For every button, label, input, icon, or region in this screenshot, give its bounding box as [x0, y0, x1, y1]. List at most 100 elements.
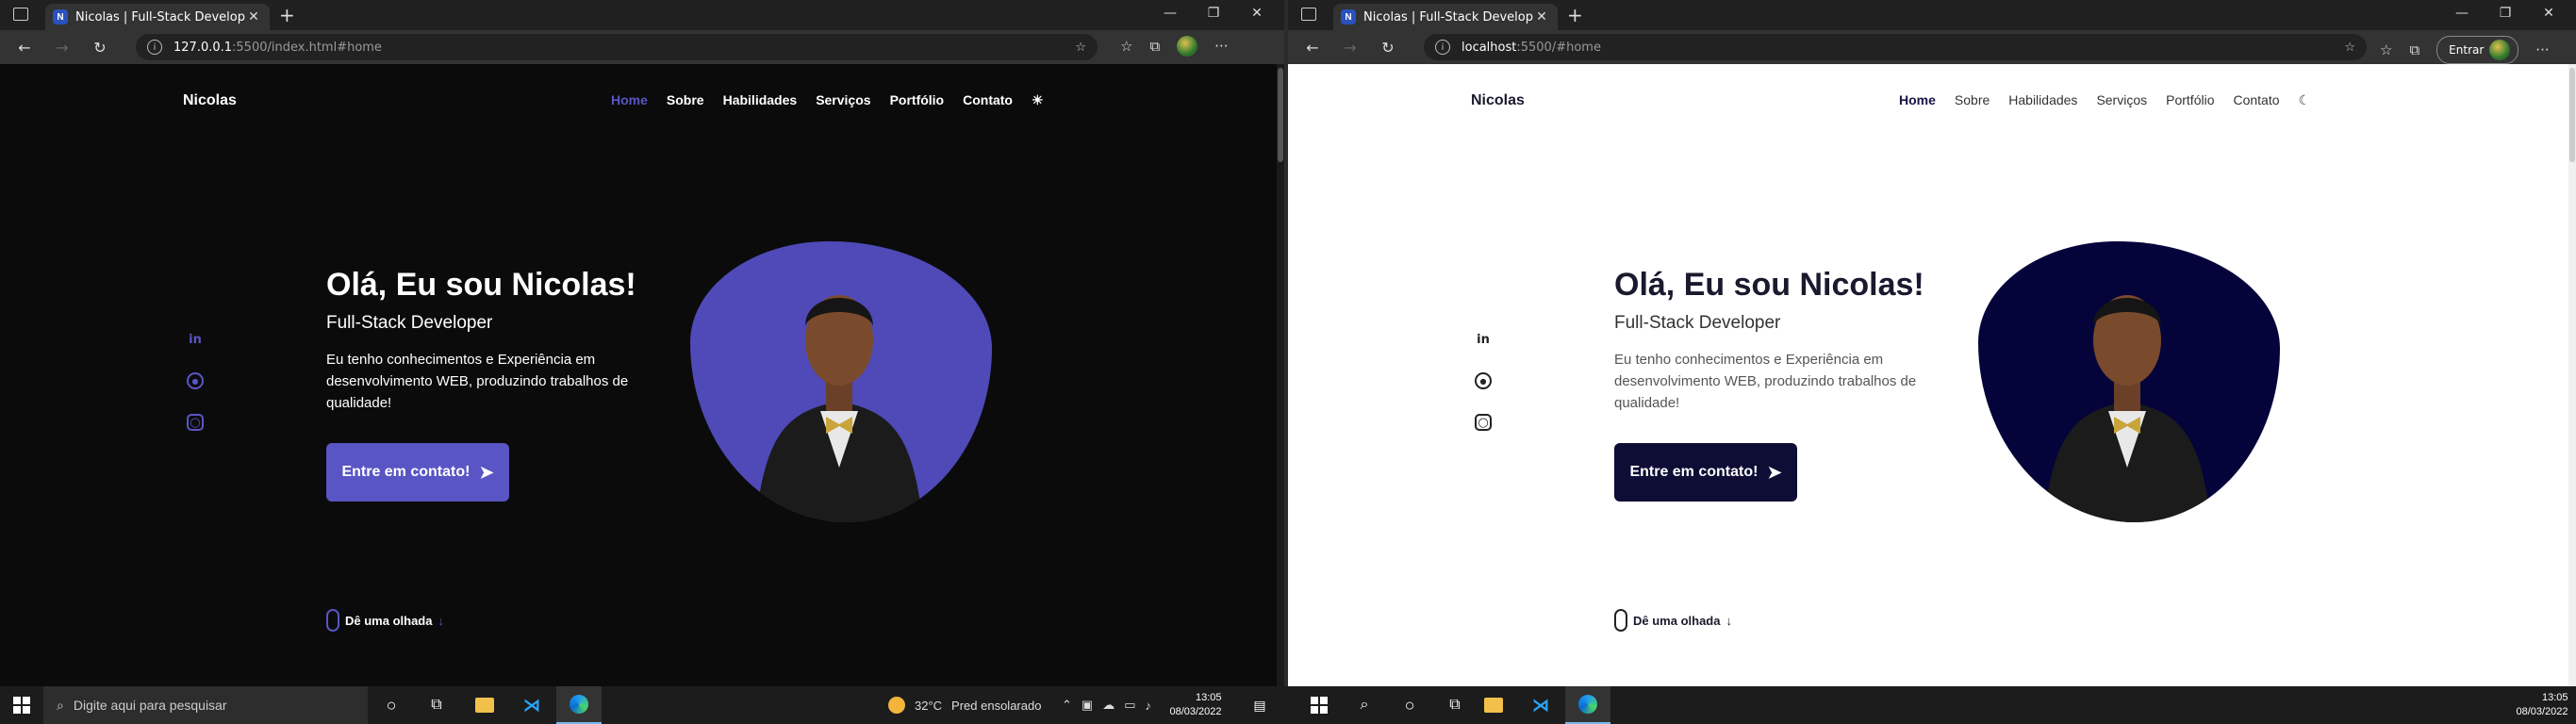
- restore-icon[interactable]: ❐: [2484, 6, 2527, 21]
- main-nav: Home Sobre Habilidades Serviços Portfóli…: [611, 92, 1044, 108]
- close-window-icon[interactable]: ✕: [1235, 6, 1279, 21]
- github-icon[interactable]: ●: [1475, 372, 1492, 389]
- cortana-icon[interactable]: ○: [370, 686, 413, 724]
- favicon-icon: N: [1341, 9, 1356, 25]
- vscode-app[interactable]: ⋊: [1518, 686, 1563, 724]
- portfolio-page: Nicolas Home Sobre Habilidades Serviços …: [1288, 64, 2576, 686]
- search-icon[interactable]: ⌕: [1343, 686, 1386, 724]
- tab-actions-icon[interactable]: [1301, 8, 1316, 21]
- forward-icon[interactable]: →: [43, 39, 81, 57]
- favorite-add-icon[interactable]: ☆: [1075, 41, 1086, 55]
- cloud-icon[interactable]: ☁: [1102, 698, 1115, 713]
- contact-button[interactable]: Entre em contato! ➤: [1614, 443, 1797, 502]
- restore-icon[interactable]: ❐: [1192, 6, 1235, 21]
- taskbar-search[interactable]: ⌕ Digite aqui para pesquisar: [43, 686, 368, 724]
- site-brand[interactable]: Nicolas: [1471, 92, 1525, 109]
- browser-tab[interactable]: N Nicolas | Full-Stack Developer ✕: [45, 4, 270, 30]
- linkedin-icon[interactable]: in: [187, 331, 204, 348]
- new-tab-icon[interactable]: +: [279, 4, 295, 26]
- new-tab-icon[interactable]: +: [1567, 4, 1583, 26]
- minimize-icon[interactable]: —: [1148, 6, 1192, 21]
- back-icon[interactable]: ←: [6, 39, 43, 57]
- arrow-down-icon: ↓: [1726, 613, 1732, 628]
- hero-subtitle: Full-Stack Developer: [1614, 313, 1781, 333]
- nav-contato[interactable]: Contato: [2233, 92, 2279, 108]
- photo-blob: [690, 241, 992, 522]
- collections-icon[interactable]: ⧉: [2409, 41, 2419, 58]
- page-scrollbar[interactable]: [2568, 64, 2576, 686]
- url-path: :5500/index.html#home: [232, 40, 382, 55]
- favorites-icon[interactable]: ☆: [2380, 41, 2392, 58]
- notification-icon[interactable]: ▤: [1241, 686, 1279, 724]
- site-info-icon[interactable]: i: [147, 40, 162, 55]
- favorite-add-icon[interactable]: ☆: [2344, 41, 2355, 55]
- clock-date: 08/03/2022: [2516, 706, 2568, 717]
- clock-date: 08/03/2022: [1169, 706, 1222, 717]
- collections-icon[interactable]: ⧉: [1149, 38, 1160, 55]
- vscode-icon: ⋊: [1532, 695, 1549, 715]
- clock[interactable]: 13:05 08/03/2022: [1169, 686, 1222, 724]
- volume-icon[interactable]: ♪: [1146, 699, 1152, 713]
- forward-icon[interactable]: →: [1331, 39, 1369, 57]
- nav-contato[interactable]: Contato: [963, 92, 1013, 108]
- login-button[interactable]: Entrar: [2436, 36, 2519, 64]
- sun-theme-icon[interactable]: ☀: [1032, 92, 1044, 108]
- browser-tab[interactable]: N Nicolas | Full-Stack Developer ✕: [1333, 4, 1558, 30]
- nav-servicos[interactable]: Serviços: [816, 92, 870, 108]
- vscode-app[interactable]: ⋊: [509, 686, 554, 724]
- tray-chevron-icon[interactable]: ⌃: [1062, 698, 1072, 713]
- minimize-icon[interactable]: —: [2440, 6, 2484, 21]
- edge-icon: [570, 695, 588, 714]
- instagram-icon[interactable]: ○: [187, 414, 204, 431]
- tab-actions-icon[interactable]: [13, 8, 28, 21]
- close-tab-icon[interactable]: ✕: [1533, 9, 1550, 25]
- nav-home[interactable]: Home: [1899, 92, 1936, 108]
- nav-servicos[interactable]: Serviços: [2096, 92, 2147, 108]
- nav-home[interactable]: Home: [611, 92, 648, 108]
- edge-app[interactable]: [556, 686, 602, 724]
- task-view-icon[interactable]: ⧉: [415, 686, 458, 724]
- refresh-icon[interactable]: ↻: [81, 39, 119, 57]
- more-menu-icon[interactable]: ···: [2535, 41, 2549, 58]
- scroll-down-link[interactable]: Dê uma olhada ↓: [326, 609, 444, 632]
- github-icon[interactable]: ●: [187, 372, 204, 389]
- nav-sobre[interactable]: Sobre: [1955, 92, 1990, 108]
- clock[interactable]: 13:05 08/03/2022: [2516, 686, 2568, 724]
- url-field[interactable]: i 127.0.0.1:5500/index.html#home ☆: [136, 34, 1098, 60]
- windows-logo-icon: [1311, 697, 1328, 714]
- weather-widget[interactable]: 32°C Pred ensolarado: [888, 686, 1041, 724]
- moon-theme-icon[interactable]: ☾: [2299, 92, 2311, 108]
- network-icon[interactable]: ▭: [1124, 698, 1135, 713]
- tab-bar: N Nicolas | Full-Stack Developer ✕ + — ❐…: [0, 0, 1284, 30]
- file-explorer-app[interactable]: [462, 686, 507, 724]
- nav-habilidades[interactable]: Habilidades: [2008, 92, 2077, 108]
- nav-portfolio[interactable]: Portfólio: [890, 92, 945, 108]
- favorites-icon[interactable]: ☆: [1120, 38, 1132, 55]
- linkedin-icon[interactable]: in: [1475, 331, 1492, 348]
- nav-habilidades[interactable]: Habilidades: [723, 92, 798, 108]
- file-explorer-app[interactable]: [1471, 686, 1516, 724]
- edge-app[interactable]: [1565, 686, 1610, 724]
- refresh-icon[interactable]: ↻: [1369, 39, 1407, 57]
- more-menu-icon[interactable]: ···: [1214, 38, 1228, 55]
- cortana-icon[interactable]: ○: [1388, 686, 1431, 724]
- nav-sobre[interactable]: Sobre: [667, 92, 704, 108]
- hero-title: Olá, Eu sou Nicolas!: [1614, 267, 1924, 303]
- back-icon[interactable]: ←: [1294, 39, 1331, 57]
- page-scrollbar[interactable]: [1277, 64, 1284, 686]
- nav-portfolio[interactable]: Portfólio: [2166, 92, 2214, 108]
- contact-button[interactable]: Entre em contato! ➤: [326, 443, 509, 502]
- profile-avatar[interactable]: [1177, 36, 1198, 57]
- url-field[interactable]: i localhost:5500/#home ☆: [1424, 34, 2367, 60]
- close-window-icon[interactable]: ✕: [2527, 6, 2570, 21]
- close-tab-icon[interactable]: ✕: [245, 9, 262, 25]
- meet-now-icon[interactable]: ▣: [1082, 698, 1093, 713]
- scroll-label: Dê uma olhada: [345, 613, 433, 628]
- site-brand[interactable]: Nicolas: [183, 92, 237, 109]
- scroll-down-link[interactable]: Dê uma olhada ↓: [1614, 609, 1732, 632]
- start-button[interactable]: [0, 686, 43, 724]
- start-button-2[interactable]: [1297, 686, 1341, 724]
- site-info-icon[interactable]: i: [1435, 40, 1450, 55]
- instagram-icon[interactable]: ○: [1475, 414, 1492, 431]
- profile-photo: [690, 241, 992, 522]
